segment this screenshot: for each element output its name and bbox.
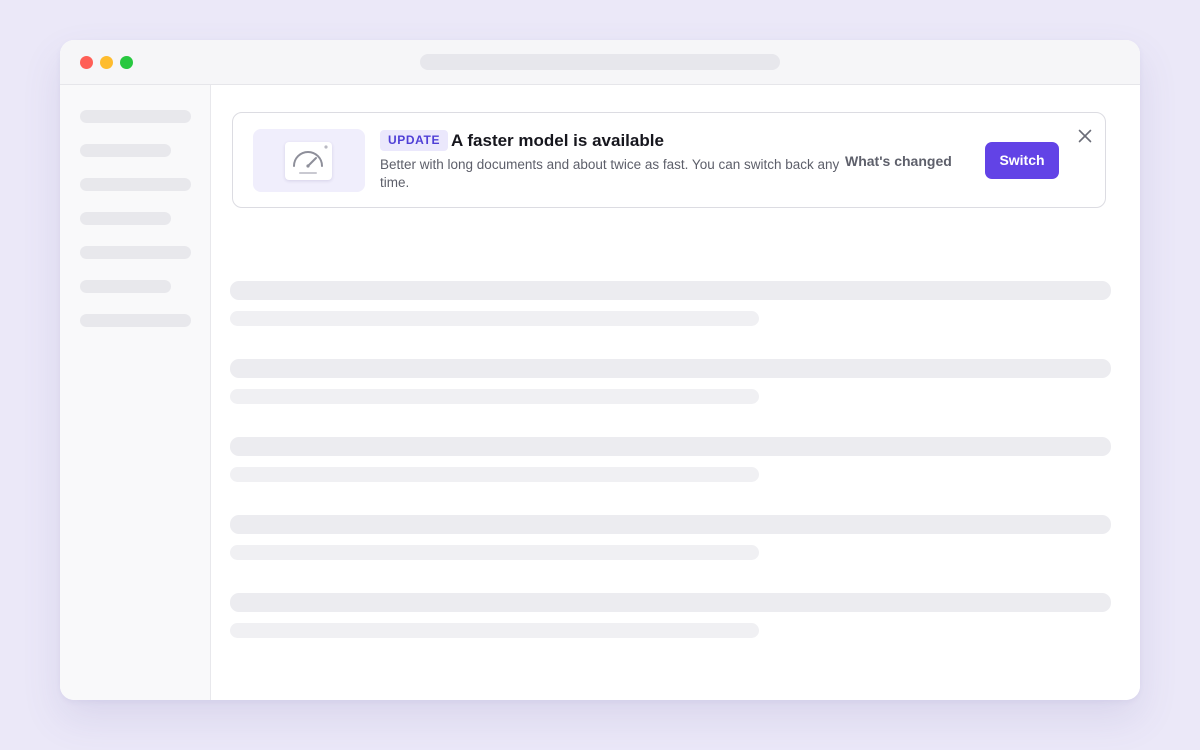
speedometer-icon [285,142,332,180]
sidebar [60,85,211,700]
title-bar [60,40,1140,85]
content-line-placeholder [230,389,759,404]
content-line-placeholder [230,311,759,326]
banner-description: Better with long documents and about twi… [380,157,840,190]
app-window: UPDATE A faster model is available Bette… [60,40,1140,700]
sidebar-item-placeholder[interactable] [80,144,171,157]
switch-button[interactable]: Switch [985,142,1059,179]
content-line-placeholder [230,281,1111,300]
content-line-placeholder [230,593,1111,612]
close-icon[interactable] [1075,126,1095,146]
close-window-button[interactable] [80,56,93,69]
maximize-window-button[interactable] [120,56,133,69]
content-line-placeholder [230,623,759,638]
update-badge: UPDATE [380,130,449,151]
banner-title: A faster model is available [451,131,664,150]
banner-illustration [253,129,365,192]
content-line-placeholder [230,437,1111,456]
content-line-placeholder [230,515,1111,534]
sidebar-item-placeholder[interactable] [80,178,191,191]
sidebar-item-placeholder[interactable] [80,246,191,259]
minimize-window-button[interactable] [100,56,113,69]
content-line-placeholder [230,545,759,560]
content-line-placeholder [230,467,759,482]
sidebar-item-placeholder[interactable] [80,110,191,123]
address-bar-placeholder[interactable] [420,54,780,70]
content-line-placeholder [230,359,1111,378]
sidebar-item-placeholder[interactable] [80,212,171,225]
sidebar-item-placeholder[interactable] [80,280,171,293]
sidebar-item-placeholder[interactable] [80,314,191,327]
update-banner: UPDATE A faster model is available Bette… [232,112,1106,208]
main-content: UPDATE A faster model is available Bette… [211,85,1140,700]
whats-changed-link[interactable]: What's changed [845,150,952,172]
